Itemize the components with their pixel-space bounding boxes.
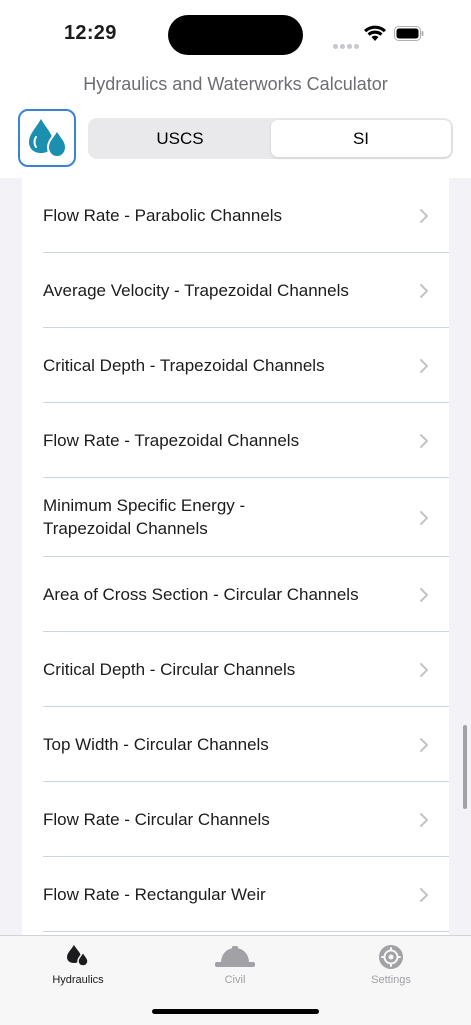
list-item-label: Top Width - Circular Channels <box>43 735 269 754</box>
wifi-icon <box>364 25 386 41</box>
chevron-right-icon <box>420 663 428 677</box>
app-title: Hydraulics and Waterworks Calculator <box>83 74 388 94</box>
chevron-right-icon <box>420 738 428 752</box>
list-item[interactable]: Flow Rate - Parabolic Channels <box>43 178 449 253</box>
tab-hydraulics-label: Hydraulics <box>52 974 104 986</box>
list-item-label: Flow Rate - Rectangular Weir <box>43 885 266 904</box>
list-item-label: Minimum Specific Energy - Trapezoidal Ch… <box>43 496 246 538</box>
list-item-label: Average Velocity - Trapezoidal Channels <box>43 281 349 300</box>
list-item-label: Area of Cross Section - Circular Channel… <box>43 585 359 604</box>
list-item[interactable]: Average Velocity - Trapezoidal Channels <box>43 253 449 328</box>
segment-uscs[interactable]: USCS <box>90 120 270 157</box>
list-item-label: Flow Rate - Circular Channels <box>43 810 270 829</box>
app-logo[interactable] <box>18 109 76 167</box>
status-time: 12:29 <box>64 22 117 44</box>
battery-icon <box>394 26 424 41</box>
dynamic-island <box>168 15 303 55</box>
tab-settings[interactable]: Settings <box>331 936 451 996</box>
list-item[interactable]: Flow Rate - Rectangular Weir <box>43 857 449 932</box>
chevron-right-icon <box>420 588 428 602</box>
list-item[interactable]: Area of Cross Section - Circular Channel… <box>43 557 449 632</box>
hard-hat-icon <box>215 946 255 967</box>
tab-hydraulics[interactable]: Hydraulics <box>18 936 138 996</box>
chevron-right-icon <box>420 284 428 298</box>
chevron-right-icon <box>420 209 428 223</box>
tab-civil-label: Civil <box>224 974 246 986</box>
list-item-label: Flow Rate - Trapezoidal Channels <box>43 431 300 450</box>
scroll-indicator[interactable] <box>463 725 467 809</box>
list-item[interactable]: Critical Depth - Circular Channels <box>43 632 449 707</box>
list-item[interactable]: Flow Rate - Trapezoidal Channels <box>43 403 449 478</box>
units-segmented-control: USCS SI <box>88 118 453 159</box>
water-drops-logo-icon <box>29 119 68 159</box>
list-item-label: Critical Depth - Trapezoidal Channels <box>43 356 325 375</box>
home-indicator <box>152 1009 319 1014</box>
chevron-right-icon <box>420 511 428 525</box>
list-item[interactable]: Minimum Specific Energy - Trapezoidal Ch… <box>43 478 449 557</box>
chevron-right-icon <box>420 434 428 448</box>
water-drops-icon <box>67 945 89 967</box>
chevron-right-icon <box>420 888 428 902</box>
list-item[interactable]: Top Width - Circular Channels <box>43 707 449 782</box>
segment-si[interactable]: SI <box>271 120 451 157</box>
status-bar: 12:29 <box>0 0 471 68</box>
tab-settings-label: Settings <box>371 974 411 986</box>
list-item[interactable]: Flow Rate - Circular Channels <box>43 782 449 857</box>
cellular-signal-icon <box>333 36 361 54</box>
calculator-list: Flow Rate - Parabolic Channels Average V… <box>22 178 449 935</box>
list-item-label: Flow Rate - Parabolic Channels <box>43 206 283 225</box>
chevron-right-icon <box>420 813 428 827</box>
list-item-label: Critical Depth - Circular Channels <box>43 660 296 679</box>
gear-icon <box>379 945 403 969</box>
chevron-right-icon <box>420 359 428 373</box>
tab-civil[interactable]: Civil <box>175 936 295 996</box>
list-item[interactable]: Critical Depth - Trapezoidal Channels <box>43 328 449 403</box>
app-header: Hydraulics and Waterworks Calculator USC… <box>0 68 471 178</box>
